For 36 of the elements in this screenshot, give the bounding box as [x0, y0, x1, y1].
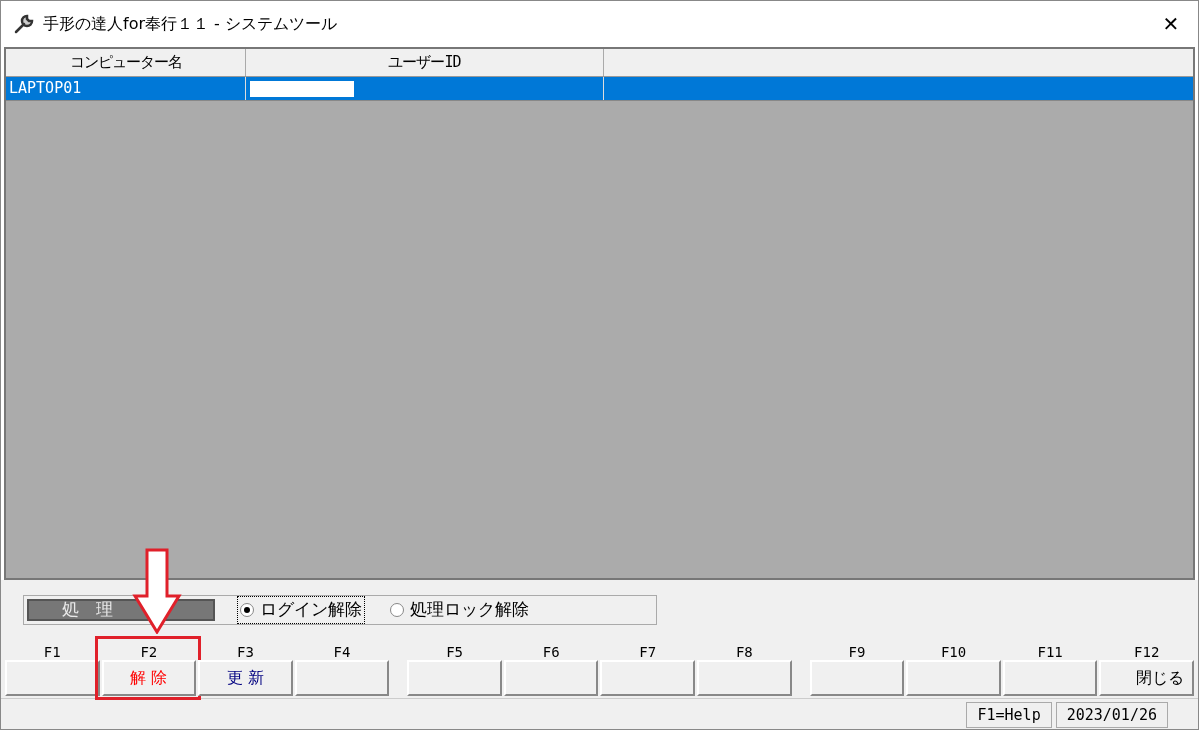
table-row[interactable]: LAPTOP01 — [6, 77, 1193, 101]
function-key-button[interactable] — [906, 660, 1001, 696]
key-label: F5 — [445, 643, 465, 660]
radio-option[interactable]: 処理ロック解除 — [387, 596, 532, 624]
key-label: F3 — [236, 643, 255, 660]
radio-option[interactable]: ログイン解除 — [237, 596, 365, 624]
window-title: 手形の達人for奉行１１ - システムツール — [43, 13, 337, 35]
function-key-button[interactable] — [1002, 660, 1098, 696]
function-key-button[interactable] — [5, 660, 100, 696]
status-field: 2023/01/26 — [1055, 702, 1168, 728]
arrow-icon — [131, 548, 182, 634]
key-label: F1 — [42, 643, 62, 660]
column-header[interactable]: ユーザーID — [246, 49, 604, 76]
key-label: F8 — [734, 643, 754, 660]
table-cell: LAPTOP01 — [6, 77, 246, 100]
status-field: F1=Help — [966, 702, 1052, 728]
key-label: F4 — [332, 643, 352, 660]
close-button[interactable]: ✕ — [1156, 9, 1186, 39]
function-key-button[interactable]: 更 新 — [198, 660, 293, 696]
function-key-button[interactable] — [600, 660, 696, 696]
function-key-button[interactable] — [697, 660, 792, 696]
column-header[interactable]: コンピューター名 — [6, 49, 246, 76]
function-key-button[interactable] — [294, 660, 390, 696]
key-label: F10 — [939, 643, 968, 660]
wrench-icon — [13, 13, 35, 35]
key-label: F12 — [1133, 643, 1161, 660]
key-label: F2 — [139, 643, 159, 660]
key-label: F6 — [541, 643, 561, 660]
key-label: F9 — [847, 643, 867, 660]
key-label: F11 — [1036, 643, 1064, 660]
function-key-button[interactable]: 解 除 — [101, 660, 197, 696]
function-key-button[interactable]: 閉じる — [1099, 660, 1194, 696]
key-label: F7 — [638, 643, 658, 660]
function-key-button[interactable] — [407, 660, 502, 696]
function-key-button[interactable] — [809, 660, 905, 696]
function-key-button[interactable] — [503, 660, 599, 696]
